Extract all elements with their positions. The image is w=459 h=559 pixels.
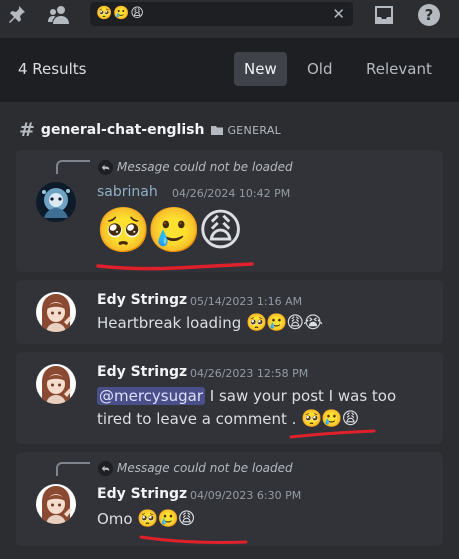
message-text-body: Heartbreak loading — [97, 314, 247, 332]
help-icon[interactable]: ? — [417, 3, 441, 27]
tab-sort-relevant[interactable]: Relevant — [356, 52, 442, 86]
avatar[interactable] — [36, 182, 76, 222]
message-emoji-content: 🥺🥲😩 — [96, 205, 243, 256]
top-toolbar: 🥺🥲😩 ✕ ? — [0, 0, 459, 30]
red-underline-annotation — [96, 262, 254, 271]
timestamp: 05/14/2023 1:16 AM — [190, 295, 303, 308]
user-mention[interactable]: @mercysugar — [97, 387, 206, 405]
message-text-body: Omo — [97, 510, 138, 528]
timestamp: 04/09/2023 6:30 PM — [190, 489, 302, 502]
message-text-line1: I saw your post I was too — [205, 387, 397, 405]
avatar[interactable] — [36, 364, 76, 404]
author-name[interactable]: Edy Stringz — [97, 364, 187, 380]
search-input[interactable]: 🥺🥲😩 ✕ — [90, 2, 353, 26]
search-results-header: 4 Results New Old Relevant — [0, 38, 459, 102]
search-result-message[interactable]: Edy Stringz 04/26/2023 12:58 PM @mercysu… — [16, 352, 443, 444]
search-result-message[interactable]: Message could not be loaded sabrinah 04/… — [16, 150, 443, 272]
channel-name: general-chat-english — [40, 122, 205, 138]
author-name[interactable]: Edy Stringz — [97, 292, 187, 308]
reply-icon — [98, 160, 113, 175]
message-text: Heartbreak loading 🥺🥲😩😭 — [97, 312, 323, 335]
channel-header[interactable]: # general-chat-english GENERAL — [19, 119, 282, 141]
message-text-line2: tired to leave a comment . — [97, 410, 297, 428]
message-text: Omo 🥺🥲😩 — [97, 508, 195, 531]
message-emojis: 🥺🥲😩 — [301, 409, 359, 429]
tab-sort-old[interactable]: Old — [297, 52, 343, 86]
search-result-message[interactable]: Edy Stringz 05/14/2023 1:16 AM Heartbrea… — [16, 280, 443, 344]
inbox-icon[interactable] — [372, 3, 396, 27]
author-name[interactable]: Edy Stringz — [97, 486, 187, 502]
timestamp: 04/26/2023 12:58 PM — [190, 367, 309, 380]
members-icon[interactable] — [47, 3, 71, 27]
tab-sort-new[interactable]: New — [234, 52, 287, 86]
results-list: # general-chat-english GENERAL Message c… — [0, 102, 459, 559]
results-count: 4 Results — [18, 60, 87, 78]
message-emojis: 🥺🥲😩 — [137, 509, 195, 529]
hash-icon: # — [19, 119, 35, 141]
author-name[interactable]: sabrinah — [97, 184, 158, 200]
red-underline-annotation — [139, 535, 248, 544]
message-text: @mercysugar I saw your post I was too ti… — [97, 385, 417, 431]
message-emojis: 🥺🥲😩😭 — [246, 313, 323, 333]
clear-search-icon[interactable]: ✕ — [332, 5, 345, 23]
red-underline-annotation — [289, 429, 376, 439]
search-query: 🥺🥲😩 — [96, 6, 145, 21]
reply-preview[interactable]: Message could not be loaded — [117, 461, 293, 475]
folder-icon — [211, 126, 224, 135]
search-result-message[interactable]: Message could not be loaded Edy Stringz … — [16, 452, 443, 546]
timestamp: 04/26/2024 10:42 PM — [172, 187, 291, 200]
reply-icon — [98, 461, 113, 476]
category-name: GENERAL — [227, 123, 282, 137]
reply-connector — [56, 160, 90, 174]
reply-connector — [56, 462, 90, 476]
avatar[interactable] — [36, 484, 76, 524]
avatar[interactable] — [36, 292, 76, 332]
pin-icon[interactable] — [4, 3, 28, 27]
reply-preview[interactable]: Message could not be loaded — [117, 160, 293, 174]
svg-text:?: ? — [425, 6, 434, 24]
